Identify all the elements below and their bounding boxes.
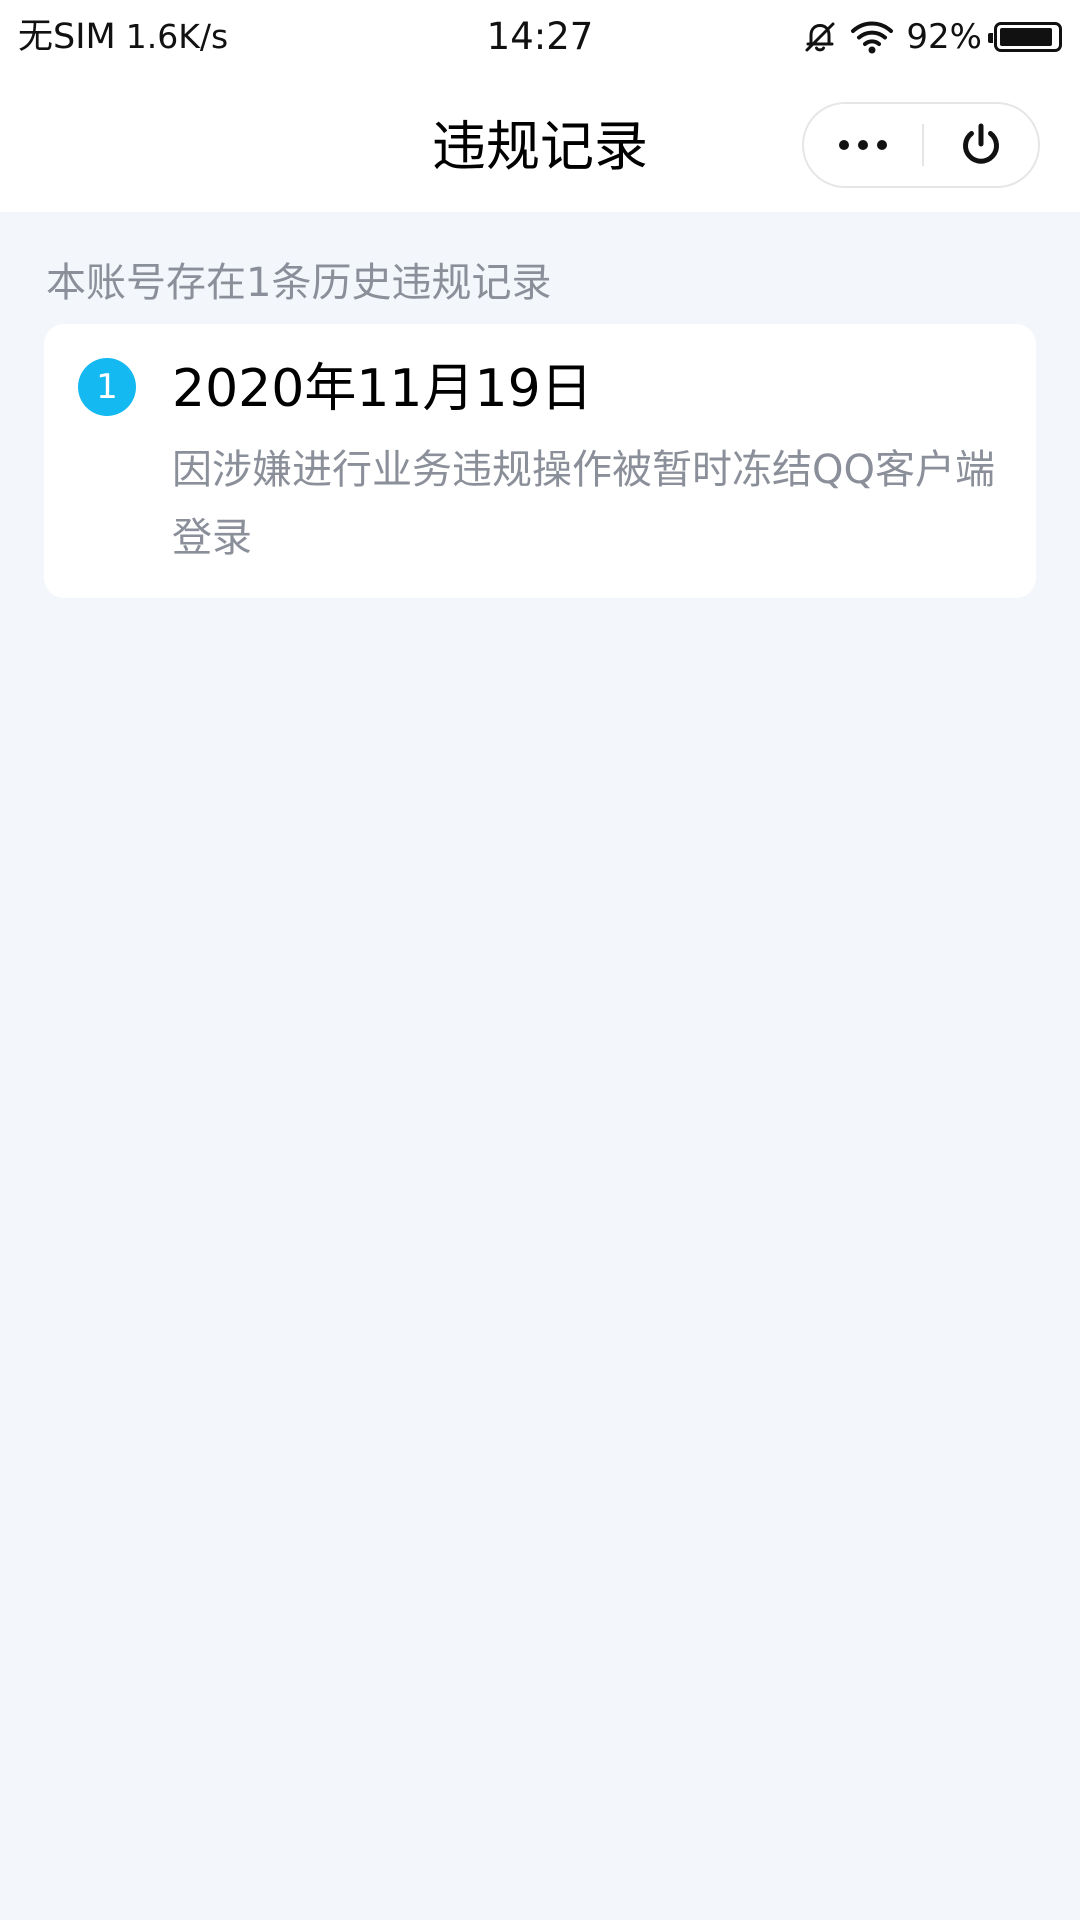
violation-summary: 本账号存在1条历史违规记录 xyxy=(46,260,552,306)
record-index-badge: 1 xyxy=(78,358,136,416)
battery-fill xyxy=(1000,28,1052,46)
wifi-icon xyxy=(850,20,894,54)
power-icon xyxy=(955,119,1007,171)
status-bar: 无SIM 1.6K/s 14:27 92% xyxy=(0,0,1080,76)
status-right: 92% xyxy=(802,14,1062,60)
more-dots-icon xyxy=(839,140,887,150)
battery-tip xyxy=(988,33,993,43)
bell-off-icon xyxy=(802,19,838,55)
nav-bar: 违规记录 xyxy=(0,76,1080,212)
mini-program-capsule xyxy=(802,102,1040,188)
battery-percent: 92% xyxy=(906,17,982,57)
more-button[interactable] xyxy=(804,104,922,186)
close-button[interactable] xyxy=(924,104,1038,186)
violation-record-card: 1 2020年11月19日 因涉嫌进行业务违规操作被暂时冻结QQ客户端登录 xyxy=(44,324,1036,598)
record-date: 2020年11月19日 xyxy=(172,359,593,419)
battery-icon xyxy=(988,22,1062,52)
record-description: 因涉嫌进行业务违规操作被暂时冻结QQ客户端登录 xyxy=(172,447,995,561)
